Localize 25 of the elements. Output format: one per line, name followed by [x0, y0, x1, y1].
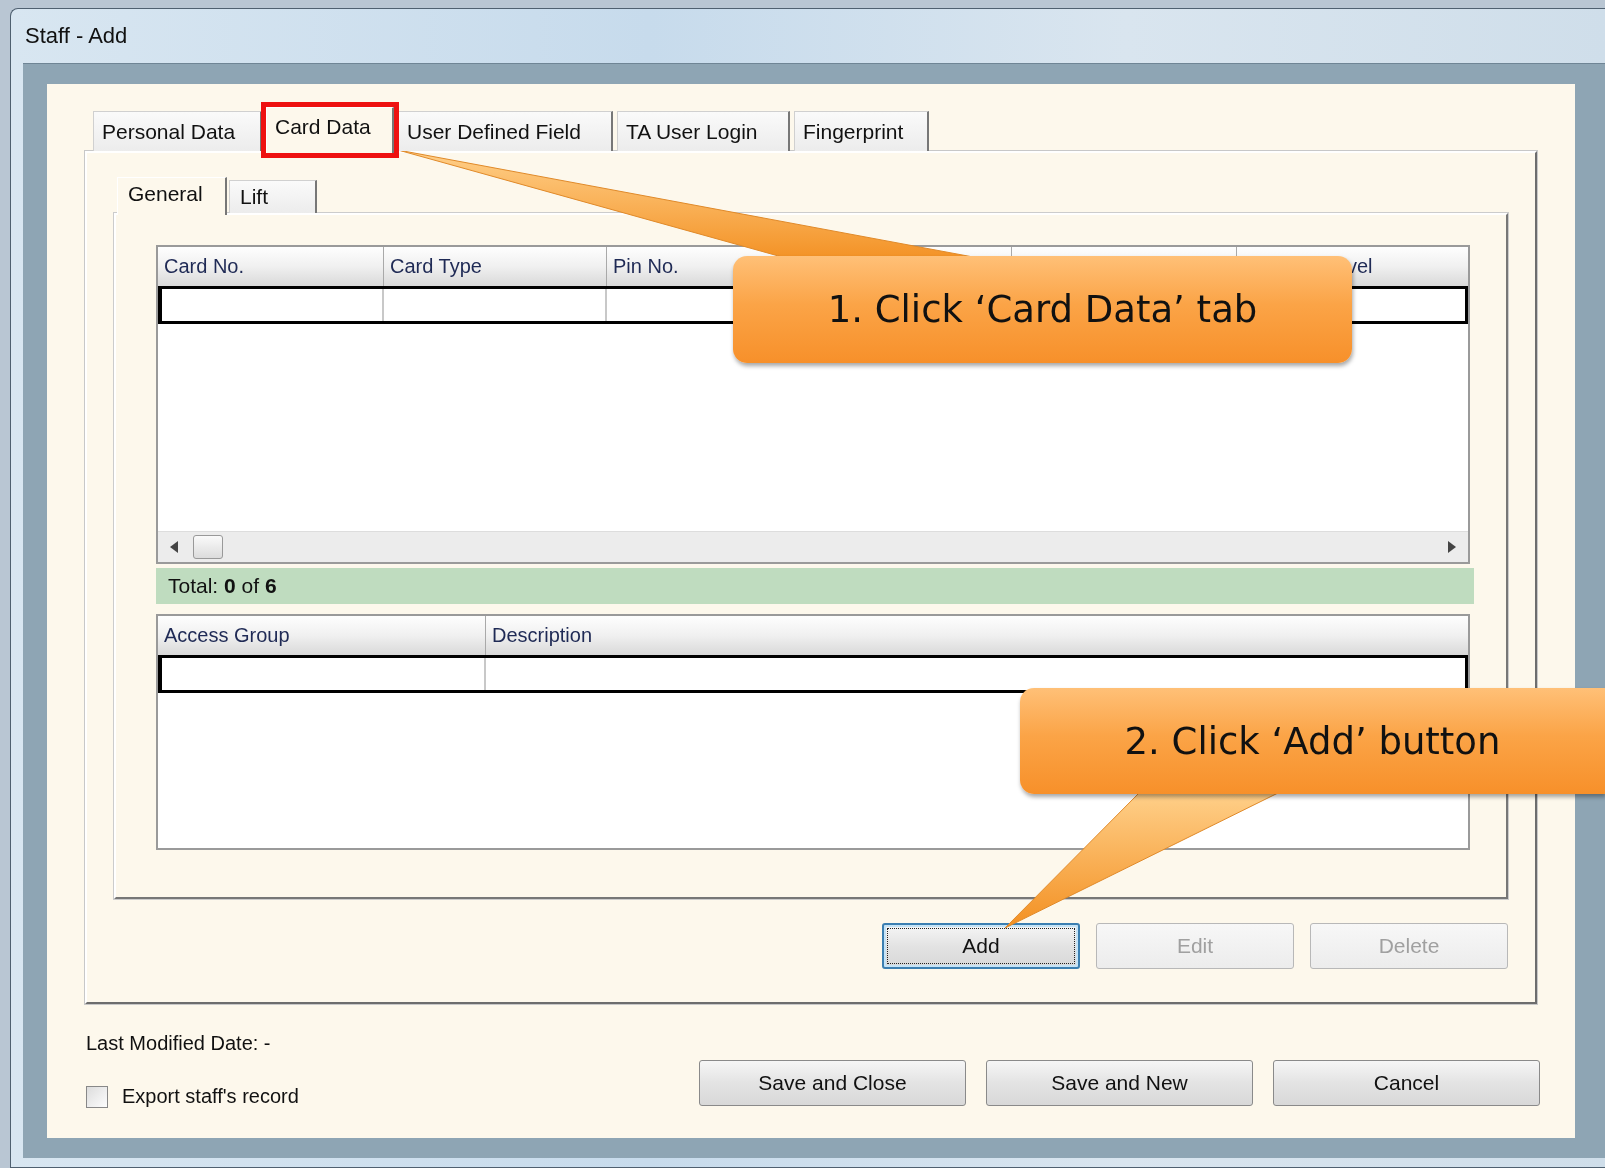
window-title: Staff - Add: [24, 22, 129, 50]
tab[interactable]: Lift: [229, 180, 317, 213]
total-bar: Total: 0 of 6: [156, 568, 1474, 604]
dialog-button[interactable]: Cancel: [1273, 1060, 1540, 1106]
dialog-button[interactable]: Save and New: [986, 1060, 1253, 1106]
action-button[interactable]: Add: [882, 923, 1080, 969]
tab[interactable]: User Defined Field: [398, 111, 613, 151]
checkbox-label: Export staff's record: [122, 1085, 299, 1108]
tab[interactable]: Personal Data: [93, 111, 262, 151]
column-header[interactable]: Access Group: [158, 616, 486, 655]
tab[interactable]: General: [117, 177, 227, 215]
checkbox[interactable]: [86, 1085, 108, 1108]
callout-tooltip: 2. Click ‘Add’ button: [1020, 688, 1605, 794]
column-header[interactable]: Card No.: [158, 247, 384, 286]
last-modified-label: Last Modified Date: -: [86, 1032, 271, 1055]
horizontal-scrollbar[interactable]: [158, 531, 1468, 562]
scroll-left-icon[interactable]: [170, 541, 179, 553]
column-header[interactable]: Card Type: [384, 247, 607, 286]
tab[interactable]: TA User Login: [617, 111, 790, 151]
tab[interactable]: Fingerprint: [794, 111, 929, 151]
scroll-thumb[interactable]: [193, 535, 223, 559]
scroll-right-icon[interactable]: [1447, 541, 1456, 553]
column-header[interactable]: Description: [486, 616, 1468, 655]
callout-tooltip: 1. Click ‘Card Data’ tab: [733, 256, 1352, 363]
dialog-button[interactable]: Save and Close: [699, 1060, 966, 1106]
